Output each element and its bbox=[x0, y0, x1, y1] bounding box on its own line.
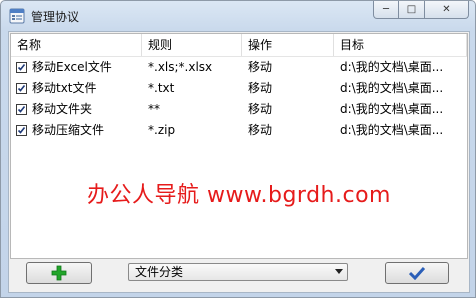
checkbox-check-icon bbox=[17, 106, 26, 113]
cell-name: 移动Excel文件 bbox=[11, 57, 142, 78]
row-name-label: 移动文件夹 bbox=[32, 102, 93, 116]
cell-action: 移动 bbox=[248, 81, 273, 95]
table-row[interactable]: 移动txt文件 *.txt 移动 d:\我的文档\桌面... bbox=[11, 78, 467, 99]
client-area: 名称 规则 操作 目标 移动Excel文件 *.xls;*.xlsx 移动 d:\我的… bbox=[8, 31, 470, 293]
watermark-text: 办公人导航 www.bgrdh.com bbox=[87, 183, 391, 208]
category-select[interactable]: 文件分类 bbox=[128, 263, 348, 281]
cell-action: 移动 bbox=[248, 123, 273, 137]
manage-protocol-window: 管理协议 ─ □ ✕ 名称 规则 操作 目标 移动Excel文件 *.xls;*.… bbox=[0, 0, 476, 298]
cell-action: 移动 bbox=[248, 102, 273, 116]
chevron-down-icon bbox=[335, 269, 343, 274]
ok-button[interactable] bbox=[385, 262, 449, 284]
minimize-icon: ─ bbox=[382, 4, 390, 15]
cell-name: 移动压缩文件 bbox=[11, 120, 142, 141]
checkbox-check-icon bbox=[17, 64, 26, 71]
minimize-button[interactable]: ─ bbox=[373, 1, 399, 19]
title-bar[interactable]: 管理协议 ─ □ ✕ bbox=[1, 1, 475, 31]
row-checkbox[interactable] bbox=[16, 83, 27, 94]
row-name-label: 移动压缩文件 bbox=[32, 123, 105, 137]
column-header-target[interactable]: 目标 bbox=[334, 34, 467, 56]
cell-rule: *.txt bbox=[148, 81, 175, 95]
table-row[interactable]: 移动Excel文件 *.xls;*.xlsx 移动 d:\我的文档\桌面... bbox=[11, 57, 467, 78]
close-button[interactable]: ✕ bbox=[425, 1, 469, 19]
add-button[interactable] bbox=[26, 262, 92, 284]
category-select-value: 文件分类 bbox=[135, 265, 184, 279]
cell-rule: *.xls;*.xlsx bbox=[148, 60, 213, 74]
row-checkbox[interactable] bbox=[16, 62, 27, 73]
app-icon bbox=[9, 8, 25, 24]
list-header: 名称 规则 操作 目标 bbox=[11, 34, 467, 57]
checkbox-check-icon bbox=[17, 85, 26, 92]
row-name-label: 移动Excel文件 bbox=[32, 60, 112, 74]
cell-action: 移动 bbox=[248, 60, 273, 74]
column-header-action[interactable]: 操作 bbox=[242, 34, 334, 56]
cell-target: d:\我的文档\桌面... bbox=[340, 102, 444, 116]
row-checkbox[interactable] bbox=[16, 125, 27, 136]
checkbox-check-icon bbox=[17, 127, 26, 134]
protocol-list[interactable]: 名称 规则 操作 目标 移动Excel文件 *.xls;*.xlsx 移动 d:\我的… bbox=[10, 33, 468, 259]
column-header-name[interactable]: 名称 bbox=[11, 34, 142, 56]
window-title: 管理协议 bbox=[31, 10, 80, 24]
cell-name: 移动txt文件 bbox=[11, 78, 142, 99]
maximize-icon: □ bbox=[406, 4, 417, 15]
cell-target: d:\我的文档\桌面... bbox=[340, 60, 444, 74]
table-row[interactable]: 移动文件夹 ** 移动 d:\我的文档\桌面... bbox=[11, 99, 467, 120]
checkmark-icon bbox=[409, 266, 425, 280]
bottom-toolbar: 文件分类 bbox=[9, 258, 469, 292]
caption-buttons: ─ □ ✕ bbox=[373, 1, 469, 20]
close-icon: ✕ bbox=[442, 4, 451, 15]
plus-icon bbox=[51, 265, 67, 281]
cell-target: d:\我的文档\桌面... bbox=[340, 81, 444, 95]
cell-name: 移动文件夹 bbox=[11, 99, 142, 120]
cell-target: d:\我的文档\桌面... bbox=[340, 123, 444, 137]
row-name-label: 移动txt文件 bbox=[32, 81, 97, 95]
maximize-button[interactable]: □ bbox=[399, 1, 425, 19]
cell-rule: ** bbox=[148, 102, 160, 116]
table-row[interactable]: 移动压缩文件 *.zip 移动 d:\我的文档\桌面... bbox=[11, 120, 467, 141]
list-body: 移动Excel文件 *.xls;*.xlsx 移动 d:\我的文档\桌面... 移动tx… bbox=[11, 57, 467, 141]
cell-rule: *.zip bbox=[148, 123, 176, 137]
row-checkbox[interactable] bbox=[16, 104, 27, 115]
column-header-rule[interactable]: 规则 bbox=[142, 34, 242, 56]
